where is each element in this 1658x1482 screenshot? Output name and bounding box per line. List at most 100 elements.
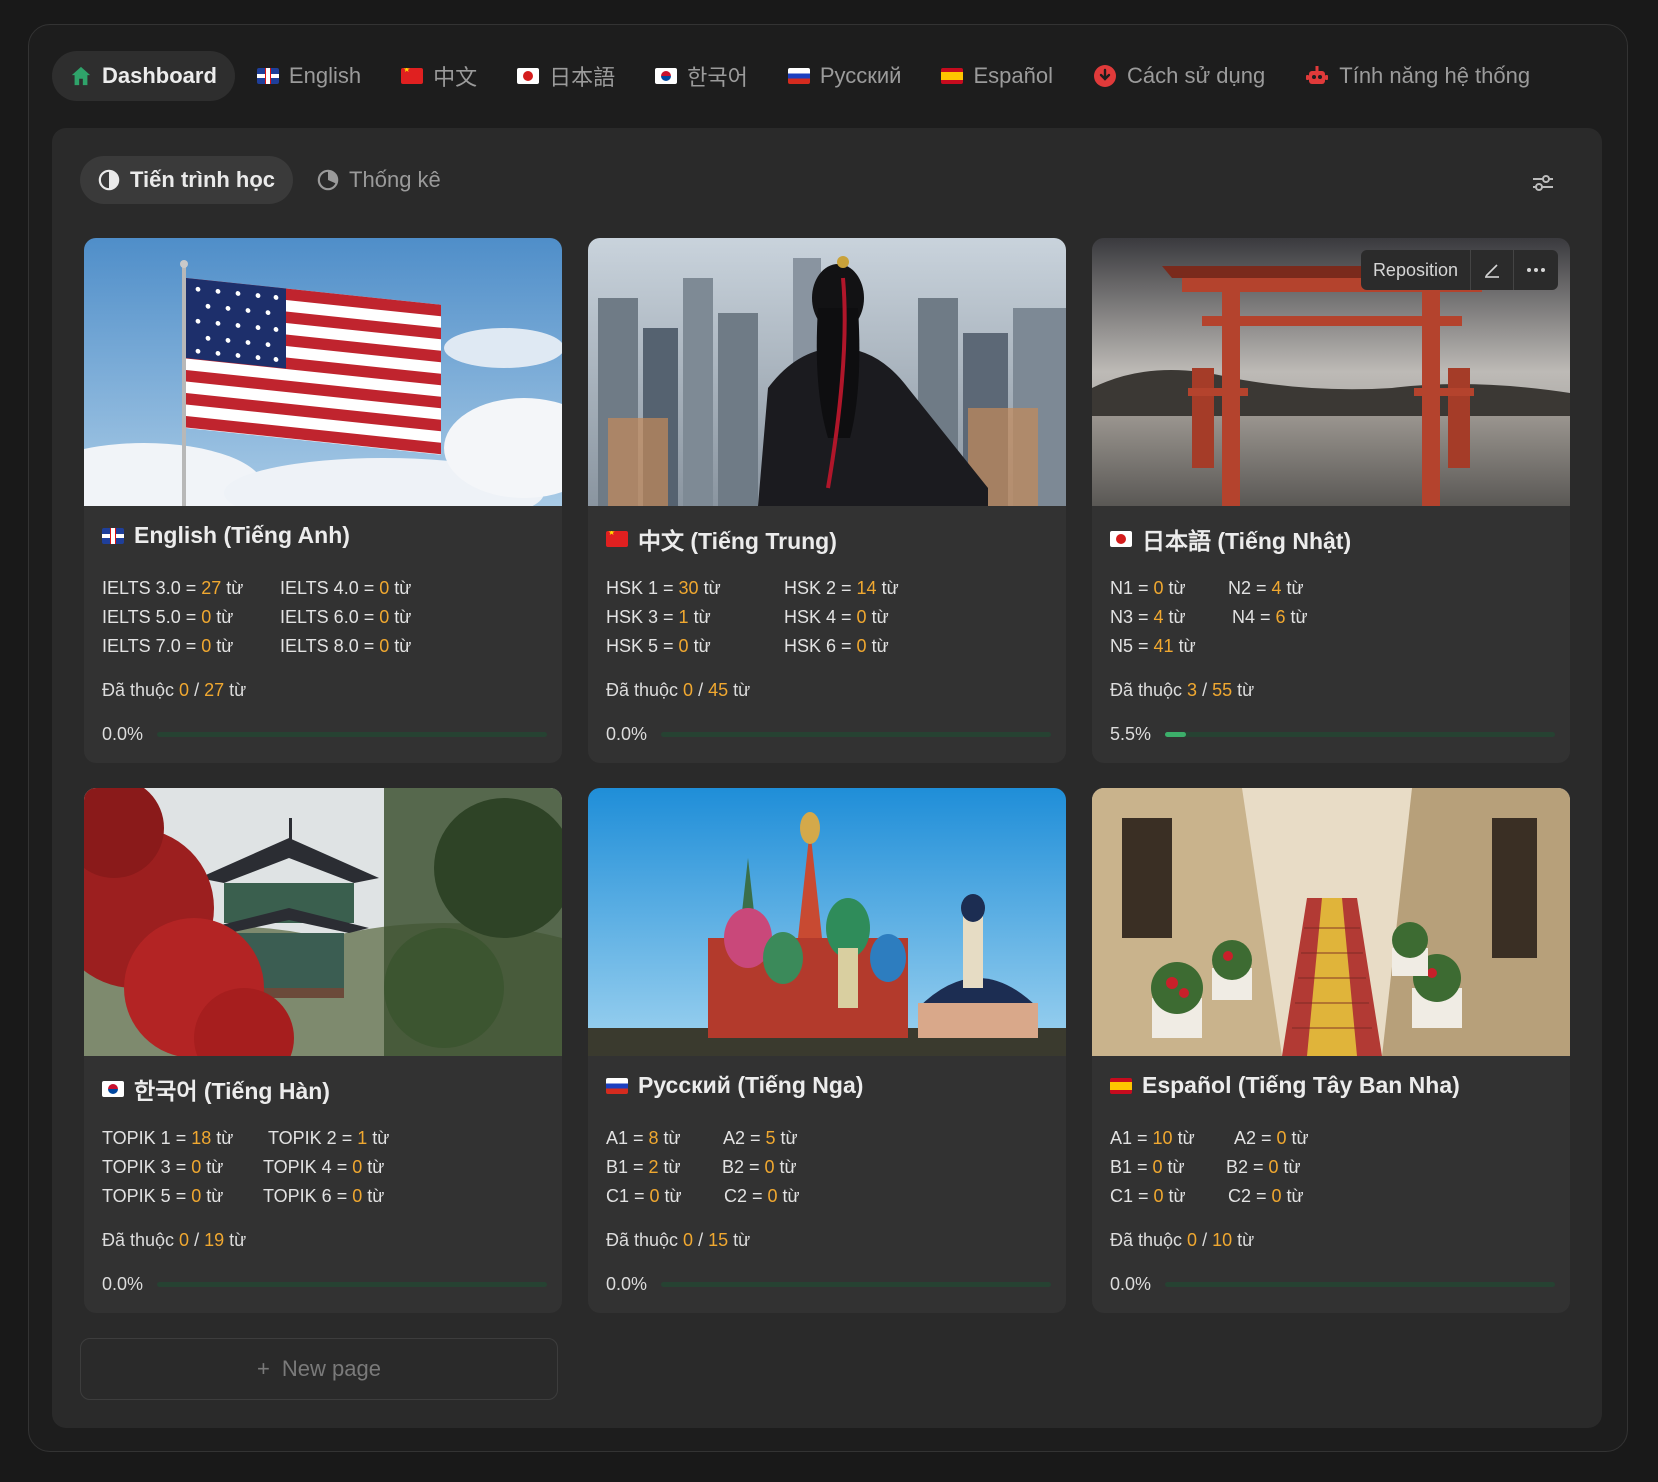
- card-title-text: English (Tiếng Anh): [134, 522, 350, 548]
- card-title-text: 日本語 (Tiếng Nhật): [1142, 528, 1352, 554]
- level-item: TOPIK 4 = 0 từ: [263, 1157, 385, 1177]
- level-item: IELTS 7.0 = 0 từ: [102, 636, 234, 656]
- level-item: N1 = 0 từ: [1110, 578, 1186, 598]
- view-tab-progress-label: Tiến trình học: [130, 167, 276, 192]
- progress-bar: [157, 1282, 548, 1287]
- card-chinese[interactable]: 中文 (Tiếng Trung) HSK 1 = 30 từ HSK 2 = 1…: [588, 238, 1066, 763]
- top-nav: Dashboard English 中文 日本語 한국어 Русский Esp…: [52, 50, 1548, 102]
- tab-korean[interactable]: 한국어: [637, 51, 766, 101]
- new-page-button[interactable]: + New page: [80, 1338, 558, 1400]
- level-item: A2 = 5 từ: [723, 1128, 798, 1148]
- pie-chart-icon: [317, 169, 339, 191]
- level-list: A1 = 8 từ A2 = 5 từ B1 = 2 từ B2 = 0 từ …: [606, 1124, 1046, 1211]
- card-title[interactable]: Español (Tiếng Tây Ban Nha): [1110, 1072, 1460, 1099]
- progress-bar: [157, 732, 548, 737]
- cover-image-saint-basil: [588, 788, 1066, 1056]
- level-item: C1 = 0 từ: [606, 1186, 682, 1206]
- japan-flag-icon: [1110, 531, 1132, 547]
- tab-features[interactable]: Tính năng hệ thống: [1287, 51, 1548, 101]
- level-item: C2 = 0 từ: [724, 1186, 800, 1206]
- progress-fill: [1165, 732, 1187, 737]
- reposition-button[interactable]: Reposition: [1361, 250, 1471, 290]
- tab-russian-label: Русский: [819, 63, 902, 88]
- level-item: TOPIK 2 = 1 từ: [268, 1128, 390, 1148]
- cover-image-us-flag: [84, 238, 562, 506]
- view-tab-stats[interactable]: Thống kê: [299, 156, 459, 204]
- tab-japanese-label: 日本語: [549, 65, 616, 90]
- progress-percent: 0.0%: [606, 724, 648, 744]
- card-english[interactable]: English (Tiếng Anh) IELTS 3.0 = 27 từ IE…: [84, 238, 562, 763]
- tab-spanish[interactable]: Español: [923, 51, 1071, 101]
- download-circle-icon: [1094, 65, 1116, 87]
- learned-count: Đã thuộc 0 / 45 từ: [606, 680, 751, 700]
- progress-row: 0.0%: [606, 1274, 1052, 1295]
- tab-english[interactable]: English: [239, 51, 379, 101]
- cover-image-torii-gate: Reposition: [1092, 238, 1570, 506]
- spain-flag-icon: [1110, 1077, 1132, 1094]
- card-korean[interactable]: 한국어 (Tiếng Hàn) TOPIK 1 = 18 từ TOPIK 2 …: [84, 788, 562, 1313]
- more-options-button[interactable]: [1514, 250, 1558, 290]
- level-item: HSK 5 = 0 từ: [606, 636, 711, 656]
- tab-russian[interactable]: Русский: [770, 51, 920, 101]
- progress-row: 0.0%: [1110, 1274, 1556, 1295]
- progress-row: 0.0%: [606, 724, 1052, 745]
- spain-flag-icon: [941, 68, 964, 84]
- card-title[interactable]: 日本語 (Tiếng Nhật): [1110, 522, 1351, 556]
- level-item: IELTS 3.0 = 27 từ: [102, 578, 244, 598]
- tab-dashboard[interactable]: Dashboard: [52, 51, 235, 101]
- tab-chinese[interactable]: 中文: [383, 51, 495, 101]
- tab-japanese[interactable]: 日本語: [499, 51, 633, 101]
- level-item: HSK 3 = 1 từ: [606, 607, 711, 627]
- level-item: A1 = 10 từ: [1110, 1128, 1195, 1148]
- level-item: IELTS 5.0 = 0 từ: [102, 607, 234, 627]
- level-list: IELTS 3.0 = 27 từ IELTS 4.0 = 0 từ IELTS…: [102, 574, 542, 661]
- edit-cover-button[interactable]: [1471, 250, 1514, 290]
- plus-icon: +: [257, 1356, 270, 1381]
- korea-flag-icon: [102, 1081, 124, 1097]
- level-item: B2 = 0 từ: [722, 1157, 797, 1177]
- pencil-icon: [1485, 264, 1499, 278]
- progress-percent: 0.0%: [102, 1274, 144, 1294]
- card-title-text: 한국어 (Tiếng Hàn): [134, 1078, 330, 1104]
- progress-bar: [1165, 732, 1556, 737]
- card-title[interactable]: Русский (Tiếng Nga): [606, 1072, 863, 1099]
- cover-image-spanish-stairs: [1092, 788, 1570, 1056]
- progress-percent: 0.0%: [1110, 1274, 1152, 1294]
- uk-flag-icon: [256, 68, 279, 84]
- level-list: N1 = 0 từ N2 = 4 từ N3 = 4 từ N4 = 6 từ …: [1110, 574, 1550, 661]
- cover-image-city-woman: [588, 238, 1066, 506]
- level-item: N4 = 6 từ: [1232, 607, 1308, 627]
- level-item: TOPIK 5 = 0 từ: [102, 1186, 224, 1206]
- level-item: HSK 1 = 30 từ: [606, 578, 721, 598]
- level-item: B2 = 0 từ: [1226, 1157, 1301, 1177]
- tab-features-label: Tính năng hệ thống: [1339, 63, 1531, 88]
- robot-icon: [1306, 66, 1329, 84]
- card-title[interactable]: English (Tiếng Anh): [102, 522, 350, 549]
- level-item: B1 = 0 từ: [1110, 1157, 1185, 1177]
- progress-bar: [1165, 1282, 1556, 1287]
- card-russian[interactable]: Русский (Tiếng Nga) A1 = 8 từ A2 = 5 từ …: [588, 788, 1066, 1313]
- card-title[interactable]: 中文 (Tiếng Trung): [606, 522, 837, 556]
- card-japanese[interactable]: Reposition 日本語 (Tiếng Nhật) N1 = 0 từ N2…: [1092, 238, 1570, 763]
- progress-bar: [661, 732, 1052, 737]
- cover-image-korean-pavilion: [84, 788, 562, 1056]
- uk-flag-icon: [102, 527, 124, 544]
- tab-korean-label: 한국어: [687, 65, 748, 90]
- sliders-icon[interactable]: [1530, 170, 1556, 196]
- cover-toolbar: Reposition: [1360, 250, 1558, 290]
- level-list: TOPIK 1 = 18 từ TOPIK 2 = 1 từ TOPIK 3 =…: [102, 1124, 542, 1211]
- card-title[interactable]: 한국어 (Tiếng Hàn): [102, 1072, 330, 1106]
- russia-flag-icon: [787, 68, 810, 84]
- card-title-text: Русский (Tiếng Nga): [638, 1072, 864, 1098]
- card-spanish[interactable]: Español (Tiếng Tây Ban Nha) A1 = 10 từ A…: [1092, 788, 1570, 1313]
- tab-dashboard-label: Dashboard: [102, 63, 217, 88]
- view-tabs: Tiến trình học Thống kê: [80, 156, 459, 204]
- card-title-text: 中文 (Tiếng Trung): [638, 528, 837, 554]
- level-item: N3 = 4 từ: [1110, 607, 1186, 627]
- china-flag-icon: [401, 68, 424, 84]
- view-tab-stats-label: Thống kê: [349, 167, 441, 192]
- view-tab-progress[interactable]: Tiến trình học: [80, 156, 294, 204]
- tab-usage[interactable]: Cách sử dụng: [1075, 51, 1283, 101]
- level-item: A2 = 0 từ: [1234, 1128, 1309, 1148]
- level-item: TOPIK 3 = 0 từ: [102, 1157, 224, 1177]
